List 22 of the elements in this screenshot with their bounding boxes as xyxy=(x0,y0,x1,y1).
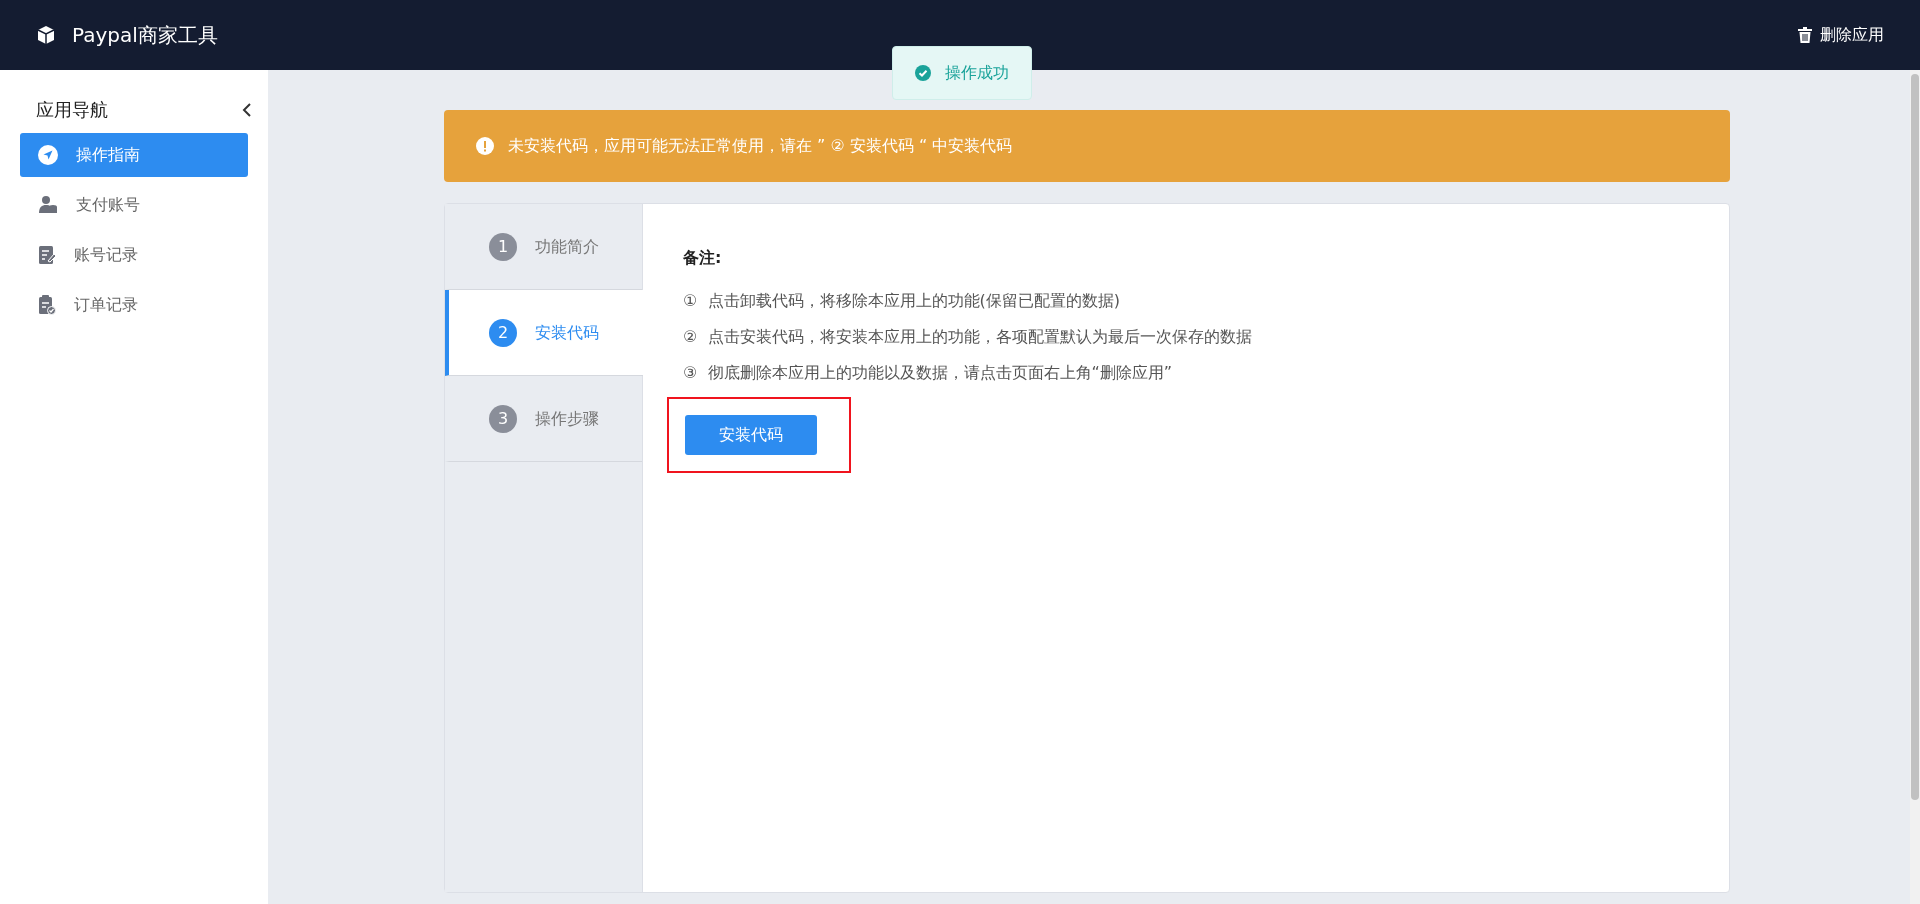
note-text: ① 点击卸载代码，将移除本应用上的功能(保留已配置的数据) xyxy=(683,290,1121,313)
sidebar-item[interactable]: 账号记录 xyxy=(20,233,248,277)
note-text: ② 点击安装代码，将安装本应用上的功能，各项配置默认为最后一次保存的数据 xyxy=(683,326,1253,349)
check-circle-icon xyxy=(915,65,931,81)
cube-icon xyxy=(36,25,56,45)
sidebar-item[interactable]: 订单记录 xyxy=(20,283,248,327)
sidebar-title: 应用导航 xyxy=(36,98,108,122)
app-title: Paypal商家工具 xyxy=(72,22,218,49)
step-tab[interactable]: 2 安装代码 xyxy=(445,290,643,376)
exclamation-circle-icon xyxy=(476,137,494,155)
alert-text: 未安装代码，应用可能无法正常使用，请在 ” ② 安装代码 “ 中安装代码 xyxy=(508,135,1013,157)
install-code-button[interactable]: 安装代码 xyxy=(685,415,817,456)
collapse-icon[interactable] xyxy=(242,101,252,118)
toast-text: 操作成功 xyxy=(945,62,1009,84)
notes-heading: 备注: xyxy=(683,248,723,268)
sidebar-item[interactable]: 支付账号 xyxy=(20,183,248,227)
document-edit-icon xyxy=(38,245,56,265)
clipboard-check-icon xyxy=(38,295,56,315)
trash-icon xyxy=(1798,27,1812,43)
note-text: ③ 彻底删除本应用上的功能以及数据，请点击页面右上角“删除应用” xyxy=(683,362,1174,385)
delete-app-button[interactable]: 删除应用 xyxy=(1798,23,1884,47)
sidebar-item[interactable]: 操作指南 xyxy=(20,133,248,177)
